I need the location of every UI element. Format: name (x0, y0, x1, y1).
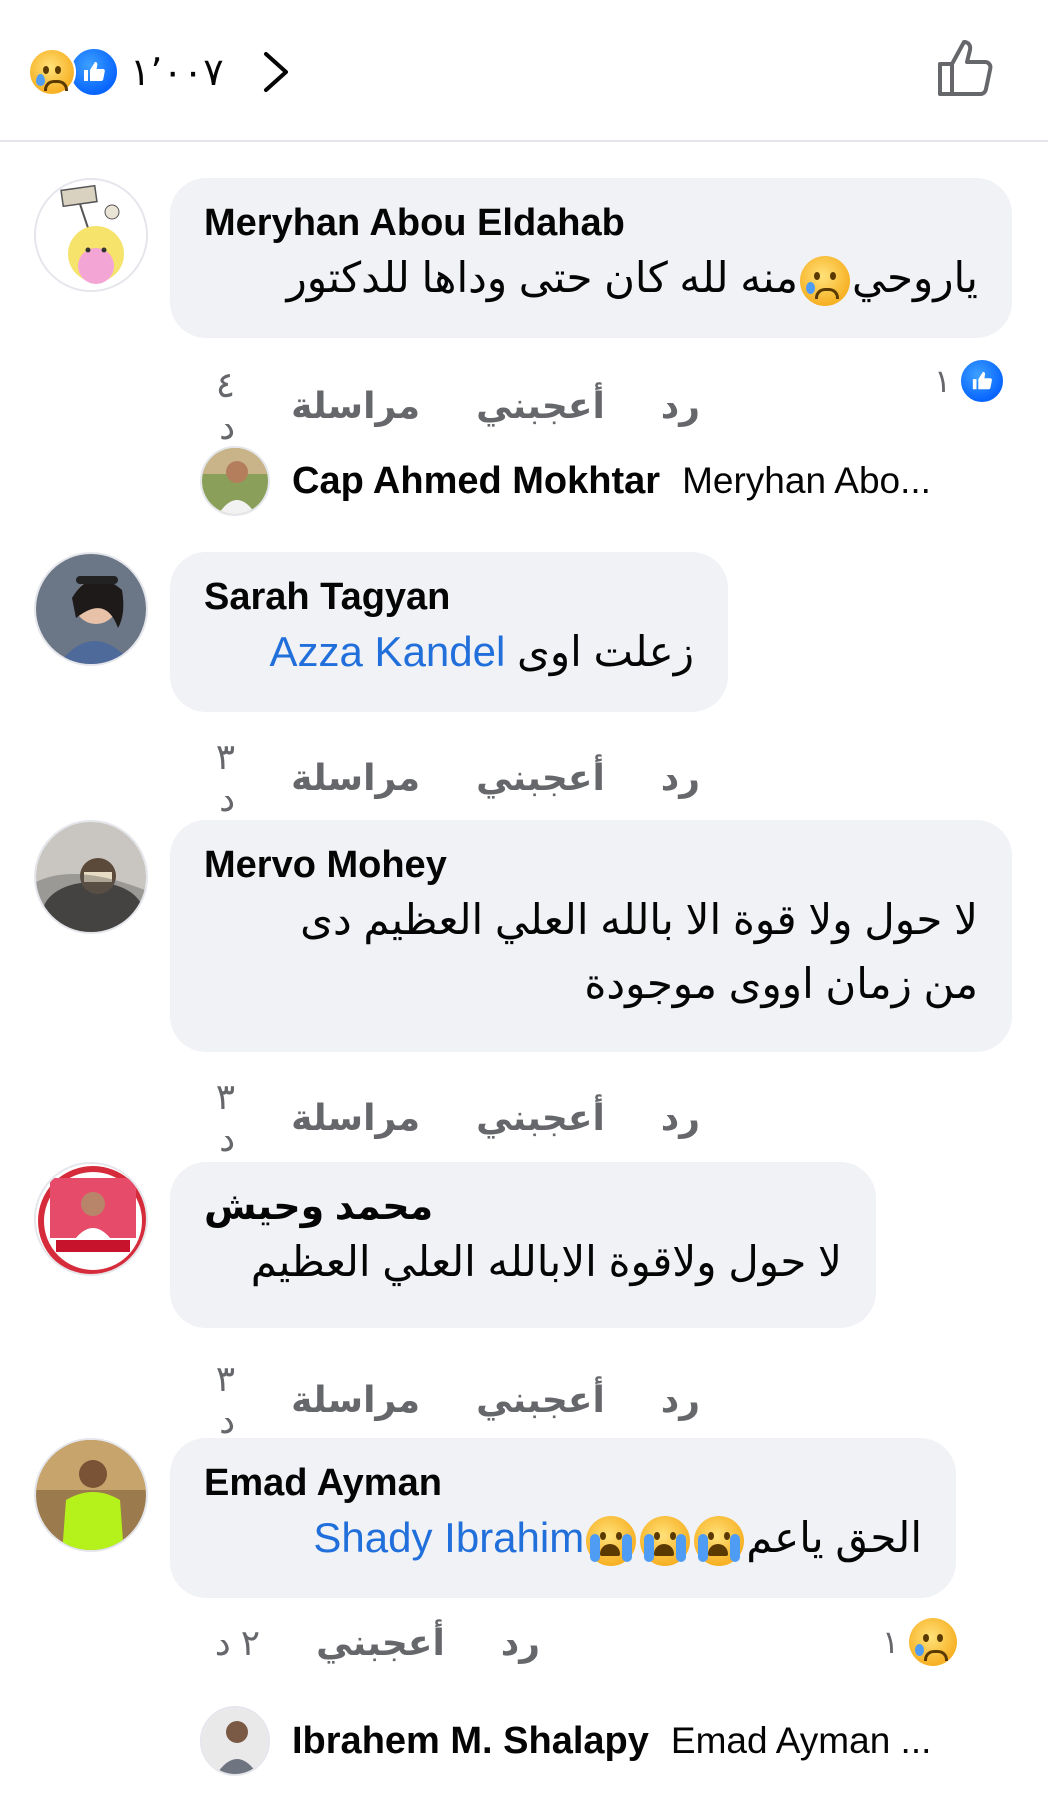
like-button[interactable]: أعجبني (476, 385, 605, 427)
reply-button[interactable]: رد (661, 1097, 700, 1139)
reply-button[interactable]: رد (501, 1622, 540, 1664)
message-button[interactable]: مراسلة (291, 1097, 420, 1139)
like-button[interactable]: أعجبني (316, 1622, 445, 1664)
like-button[interactable]: أعجبني (476, 757, 605, 799)
comment-text-part: الحق ياعم (746, 1514, 922, 1561)
reply-text: Emad Ayman ... (670, 1720, 932, 1761)
timestamp: ٤ د (215, 364, 236, 447)
mention-link[interactable]: Azza Kandel (270, 628, 506, 675)
message-button[interactable]: مراسلة (291, 757, 420, 799)
comment-actions: رد أعجبني مراسلة ٤ د (200, 364, 700, 448)
mention-link[interactable]: Shady Ibrahim (313, 1514, 584, 1561)
avatar[interactable] (34, 1162, 148, 1276)
comment-text: الحق ياعم Shady Ibrahim (204, 1506, 922, 1570)
comment-text: لا حول ولاقوة الابالله العلي العظيم (250, 1238, 842, 1285)
reply-preview[interactable]: Cap Ahmed Mokhtar Meryhan Abo... (200, 446, 931, 516)
comment-bubble: محمد وحيش لا حول ولاقوة الابالله العلي ا… (170, 1162, 876, 1328)
avatar[interactable] (34, 1438, 148, 1552)
avatar (200, 1706, 270, 1776)
reply-preview[interactable]: Ibrahem M. Shalapy Emad Ayman ... (200, 1706, 931, 1776)
comment-text-line: لا حول ولا قوة الا بالله العلي العظيم دى (300, 896, 978, 943)
message-button[interactable]: مراسلة (291, 385, 420, 427)
like-button[interactable]: أعجبني (476, 1379, 605, 1421)
comment-text-part: ياروحي (851, 254, 978, 301)
comment-text-part: زعلت اوى (517, 628, 694, 675)
comment-author[interactable]: محمد وحيش (204, 1184, 842, 1230)
avatar[interactable] (34, 178, 148, 292)
timestamp: ٢ د (214, 1622, 261, 1663)
like-icon (959, 358, 1006, 404)
timestamp: ٣ د (215, 1076, 236, 1159)
comment-text: ياروحي منه لله كان حتى وداها للدكتور (204, 246, 978, 310)
comment-text-line: من زمان اووى موجودة (584, 960, 978, 1007)
reaction-count: ١٬٠٠٧ (130, 51, 224, 94)
comment-author[interactable]: Mervo Mohey (204, 842, 978, 888)
crying-emoji-icon (586, 1515, 637, 1566)
comment-author[interactable]: Emad Ayman (204, 1460, 922, 1506)
timestamp: ٣ د (215, 1358, 236, 1441)
comment-author[interactable]: Sarah Tagyan (204, 574, 694, 620)
comment-text-part: منه لله كان حتى وداها للدكتور (286, 254, 798, 301)
comment-author[interactable]: Meryhan Abou Eldahab (204, 200, 978, 246)
timestamp: ٣ د (215, 736, 236, 819)
comment-bubble: Emad Ayman الحق ياعم Shady Ibrahim (170, 1438, 956, 1598)
reaction-count: ١ (882, 1624, 900, 1660)
comment-text: زعلت اوى Azza Kandel (204, 620, 694, 684)
comment-reactions[interactable]: ١ (882, 1618, 959, 1666)
crying-emoji-icon (694, 1515, 745, 1566)
sad-emoji-icon (28, 48, 76, 96)
like-button[interactable]: أعجبني (476, 1097, 605, 1139)
comment-reactions[interactable]: ١ (934, 358, 1006, 404)
comment-actions: رد أعجبني ٢ د (200, 1622, 540, 1664)
comment-actions: رد أعجبني مراسلة ٣ د (200, 1358, 700, 1442)
message-button[interactable]: مراسلة (291, 1379, 420, 1421)
reply-button[interactable]: رد (661, 757, 700, 799)
sad-emoji-icon (909, 1618, 958, 1666)
comment-actions: رد أعجبني مراسلة ٣ د (200, 1076, 700, 1160)
reply-button[interactable]: رد (661, 385, 700, 427)
thumbs-up-outline-icon[interactable] (934, 36, 998, 100)
reactions-summary[interactable]: ١٬٠٠٧ (28, 44, 296, 100)
reply-button[interactable]: رد (661, 1379, 700, 1421)
avatar[interactable] (34, 820, 148, 934)
comment-bubble: Meryhan Abou Eldahab ياروحي منه لله كان ح… (170, 178, 1012, 338)
reply-author: Cap Ahmed Mokhtar (292, 459, 661, 502)
avatar[interactable] (34, 552, 148, 666)
crying-emoji-icon (640, 1515, 691, 1566)
reactions-header: ١٬٠٠٧ (0, 0, 1048, 142)
avatar (200, 446, 270, 516)
comment-bubble: Sarah Tagyan زعلت اوى Azza Kandel (170, 552, 728, 712)
reaction-count: ١ (934, 363, 952, 399)
sad-emoji-icon (799, 255, 850, 306)
reply-text: Meryhan Abo... (682, 460, 931, 501)
comment-bubble: Mervo Mohey لا حول ولا قوة الا بالله الع… (170, 820, 1012, 1052)
comment-actions: رد أعجبني مراسلة ٣ د (200, 736, 700, 820)
reply-author: Ibrahem M. Shalapy (292, 1719, 649, 1762)
chevron-right-icon[interactable] (256, 48, 296, 96)
